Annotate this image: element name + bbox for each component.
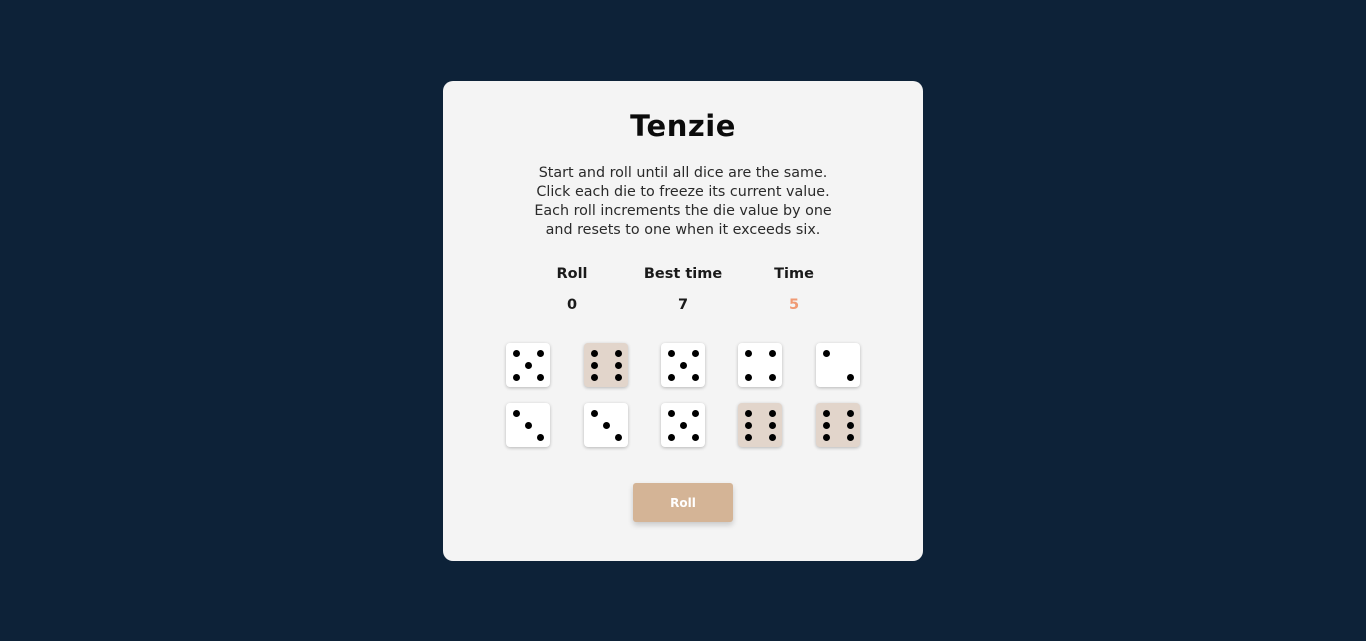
die-pip [744,409,752,417]
die-pip [614,361,622,369]
die-3[interactable] [661,343,705,387]
die-pip [744,433,752,441]
stat-time-label: Time [774,266,814,282]
die-pip [512,373,520,381]
die-pip [667,373,675,381]
die-pip [691,349,699,357]
die-pip [512,409,520,417]
die-2[interactable] [584,343,628,387]
die-pip [536,349,544,357]
instruction-line: Each roll increments the die value by on… [534,203,832,219]
die-pip [846,409,854,417]
die-pip [846,421,854,429]
instructions: Start and roll until all dice are the sa… [503,164,863,240]
die-6[interactable] [506,403,550,447]
stat-best-time-value: 7 [677,297,689,313]
die-pip [822,409,830,417]
die-pip [590,349,598,357]
die-pip [667,433,675,441]
die-pip [768,421,776,429]
stat-time: Time 5 [734,264,854,315]
die-pip [744,373,752,381]
stat-roll-value: 0 [566,297,578,313]
die-pip [602,421,610,429]
game-card: Tenzie Start and roll until all dice are… [443,81,923,561]
die-pip [524,421,532,429]
die-pip [512,349,520,357]
die-pip [536,373,544,381]
die-pip [691,433,699,441]
die-pip [614,433,622,441]
die-pip [768,433,776,441]
stat-best-time-label: Best time [643,266,723,282]
die-5[interactable] [816,343,860,387]
die-pip [590,409,598,417]
die-pip [667,349,675,357]
instruction-line: Click each die to freeze its current val… [536,184,830,200]
stat-roll: Roll 0 [512,264,632,315]
die-pip [536,433,544,441]
roll-button[interactable]: Roll [633,483,733,522]
die-pip [590,361,598,369]
die-4[interactable] [738,343,782,387]
stat-time-value: 5 [788,297,800,313]
die-pip [822,421,830,429]
die-pip [768,409,776,417]
stat-best-time: Best time 7 [623,264,743,315]
die-pip [822,433,830,441]
die-pip [691,409,699,417]
die-9[interactable] [738,403,782,447]
die-10[interactable] [816,403,860,447]
die-pip [691,373,699,381]
game-title: Tenzie [630,109,736,143]
die-pip [679,421,687,429]
die-pip [744,349,752,357]
die-pip [524,361,532,369]
stat-roll-label: Roll [556,266,588,282]
die-pip [822,349,830,357]
die-pip [614,349,622,357]
die-pip [590,373,598,381]
die-pip [667,409,675,417]
die-pip [846,373,854,381]
die-7[interactable] [584,403,628,447]
die-pip [744,421,752,429]
die-pip [679,361,687,369]
die-pip [768,349,776,357]
die-pip [614,373,622,381]
instruction-line: and resets to one when it exceeds six. [545,222,821,238]
die-8[interactable] [661,403,705,447]
instruction-line: Start and roll until all dice are the sa… [538,165,828,181]
die-pip [846,433,854,441]
die-1[interactable] [506,343,550,387]
die-pip [768,373,776,381]
